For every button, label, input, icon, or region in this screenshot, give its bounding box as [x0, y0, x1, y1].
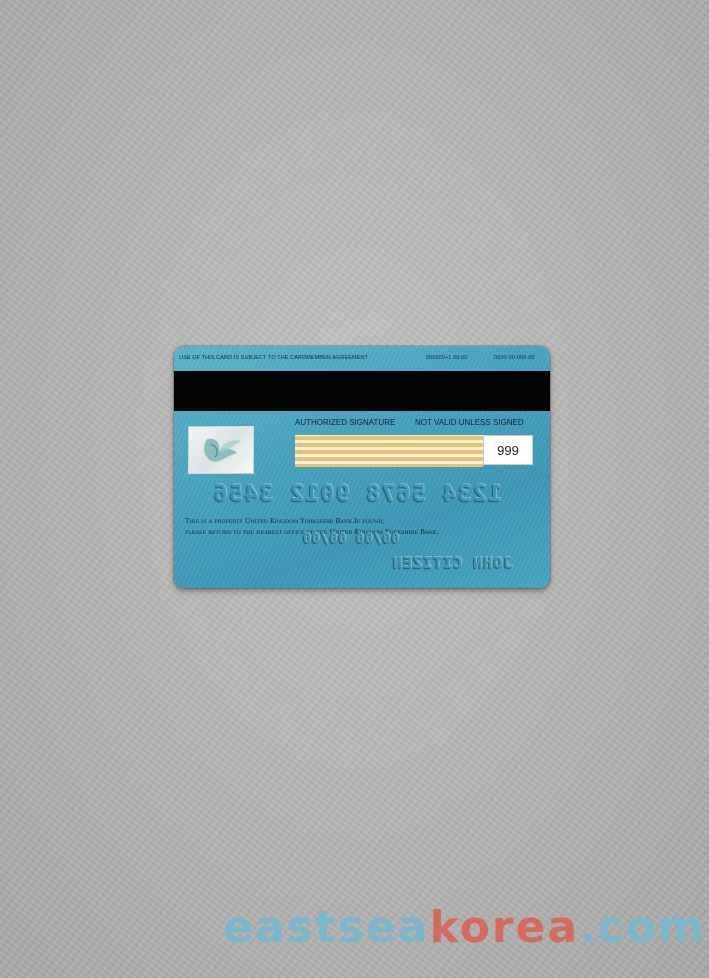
authorized-signature-label: AUTHORIZED SIGNATURE	[295, 418, 396, 427]
cvv-box: 999	[483, 435, 533, 465]
card-dates: 00/00 00/00	[302, 532, 400, 547]
hologram-dove-icon	[188, 426, 254, 474]
watermark: eastseakorea.com	[223, 902, 706, 953]
magnetic-stripe	[174, 371, 550, 411]
card-code-2: 0000-00-000-00	[494, 355, 535, 361]
watermark-part-2: korea	[429, 902, 580, 953]
bank-card-back: USE OF THIS CARD IS SUBJECT TO THE CARDM…	[174, 346, 550, 588]
property-text-line-1: This is a property United Kingdom Yorksh…	[185, 517, 385, 525]
card-code-1: 000000+1 00:00	[426, 355, 468, 361]
agreement-text: USE OF THIS CARD IS SUBJECT TO THE CARDM…	[179, 355, 368, 361]
watermark-part-3: .com	[579, 902, 706, 953]
watermark-part-1: eastsea	[223, 902, 430, 953]
card-number: 1234 5678 9012 3456	[212, 482, 502, 507]
signature-panel	[295, 435, 483, 467]
not-valid-label: NOT VALID UNLESS SIGNED	[415, 418, 524, 427]
card-holder-name: JOHN CITIZEN	[392, 554, 513, 572]
